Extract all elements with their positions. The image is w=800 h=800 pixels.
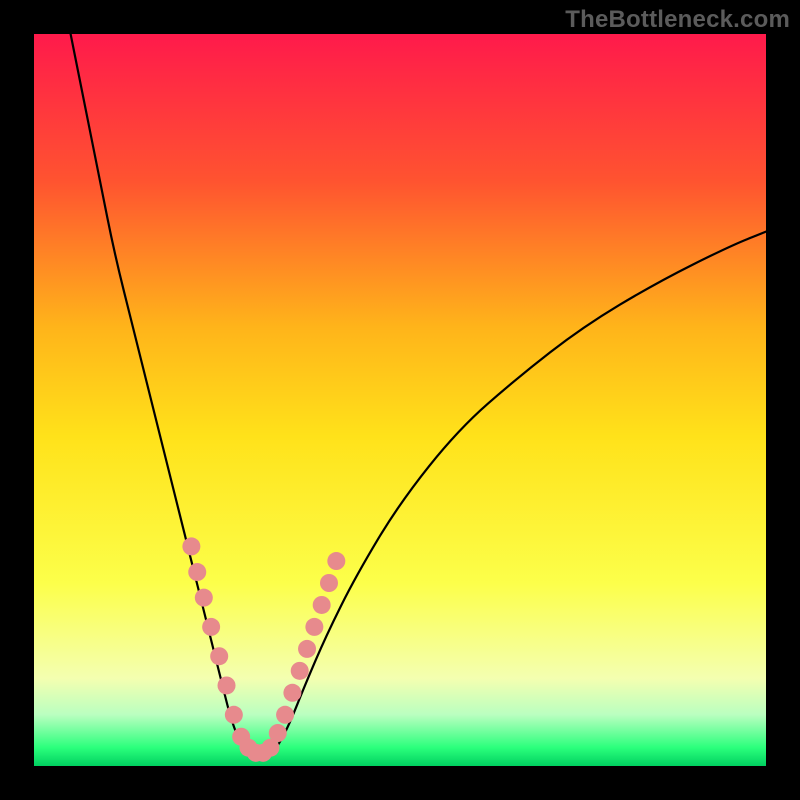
marker-dot bbox=[182, 537, 200, 555]
marker-dot bbox=[225, 706, 243, 724]
marker-dot bbox=[202, 618, 220, 636]
marker-dot bbox=[195, 589, 213, 607]
bottleneck-chart bbox=[0, 0, 800, 800]
marker-dot bbox=[188, 563, 206, 581]
marker-dot bbox=[283, 684, 301, 702]
chart-container: TheBottleneck.com bbox=[0, 0, 800, 800]
plot-background bbox=[34, 34, 766, 766]
marker-dot bbox=[298, 640, 316, 658]
watermark-label: TheBottleneck.com bbox=[565, 6, 790, 34]
marker-dot bbox=[320, 574, 338, 592]
marker-dot bbox=[305, 618, 323, 636]
marker-dot bbox=[218, 676, 236, 694]
marker-dot bbox=[327, 552, 345, 570]
marker-dot bbox=[291, 662, 309, 680]
marker-dot bbox=[313, 596, 331, 614]
marker-dot bbox=[269, 724, 287, 742]
marker-dot bbox=[210, 647, 228, 665]
marker-dot bbox=[276, 706, 294, 724]
